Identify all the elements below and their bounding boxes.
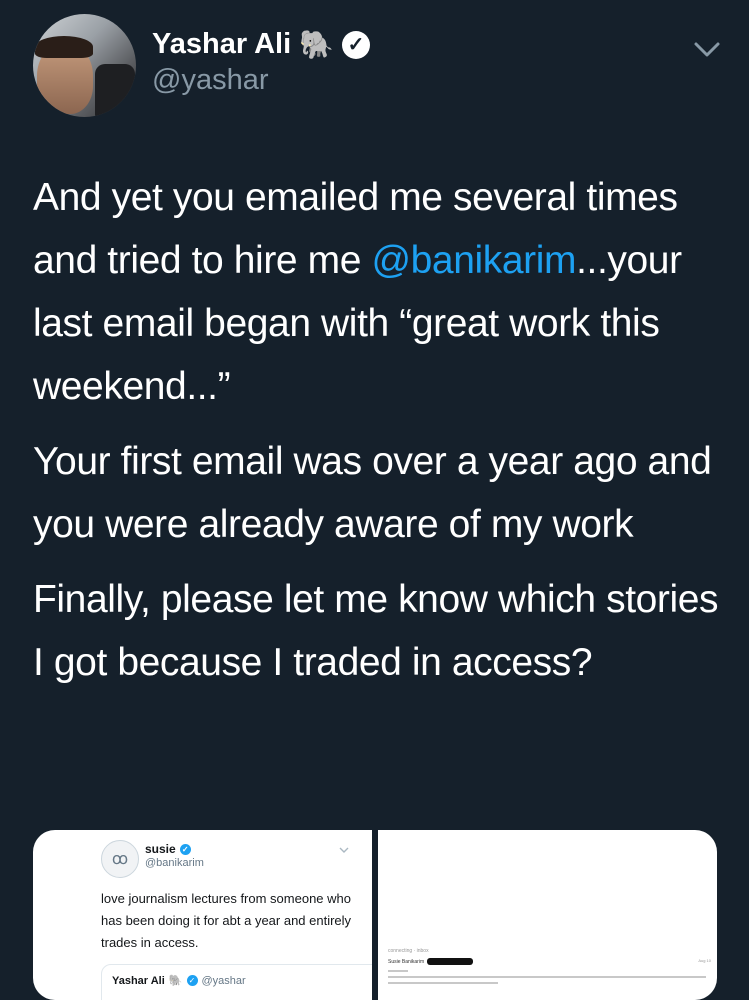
quoted-handle: @yashar	[201, 974, 246, 987]
email-body-line	[388, 982, 498, 984]
email-body-line	[388, 976, 706, 978]
redaction-bar	[427, 958, 474, 965]
elephant-emoji-icon: 🐘	[299, 29, 335, 60]
quoted-author-row: Yashar Ali 🐘 ✓ @yashar	[112, 974, 246, 988]
tweet-paragraph-1: And yet you emailed me several times and…	[33, 166, 723, 418]
tweet-paragraph-2: Your first email was over a year ago and…	[33, 440, 712, 546]
email-sender-name: Susie Banikarim	[388, 958, 425, 965]
email-body-line	[388, 970, 408, 972]
tweet-paragraph-3: Finally, please let me know which storie…	[33, 578, 719, 684]
embedded-handle: @banikarim	[145, 857, 204, 869]
embedded-display-name: susie	[145, 842, 176, 856]
elephant-emoji-icon: 🐘	[168, 975, 183, 987]
avatar-hair	[35, 36, 93, 58]
email-sender-row: Susie Banikarim	[388, 958, 474, 965]
mention-link[interactable]: @banikarim	[371, 239, 576, 282]
embedded-avatar-icon: ꚙ	[101, 840, 139, 878]
embedded-tweet-text: love journalism lectures from someone wh…	[101, 891, 352, 950]
media-image-email-screenshot[interactable]: connecting · inbox Susie Banikarim Aug 1…	[378, 830, 717, 1000]
chevron-down-icon	[339, 847, 349, 853]
email-folder-label: connecting · inbox	[388, 948, 429, 954]
author-handle[interactable]: @yashar	[152, 64, 268, 97]
tweet-body: And yet you emailed me several times and…	[33, 166, 723, 706]
email-date: Aug 10	[698, 958, 711, 963]
author-name-row[interactable]: Yashar Ali 🐘 ✓	[152, 28, 371, 61]
chevron-down-icon[interactable]	[690, 32, 724, 66]
quoted-display-name: Yashar Ali	[112, 974, 165, 987]
verified-badge-icon: ✓	[342, 30, 371, 59]
avatar-background	[95, 64, 135, 117]
verified-badge-icon: ✓	[186, 975, 198, 986]
embedded-quoted-tweet: Yashar Ali 🐘 ✓ @yashar	[101, 964, 372, 1000]
author-display-name[interactable]: Yashar Ali	[152, 28, 291, 61]
media-image-tweet-screenshot[interactable]: ꚙ susie ✓ @banikarim love journalism lec…	[33, 830, 372, 1000]
tweet-media-grid: ꚙ susie ✓ @banikarim love journalism lec…	[33, 830, 717, 1000]
profile-avatar[interactable]	[33, 14, 136, 117]
verified-badge-icon: ✓	[179, 843, 191, 855]
embedded-name-row: susie ✓	[145, 842, 191, 856]
